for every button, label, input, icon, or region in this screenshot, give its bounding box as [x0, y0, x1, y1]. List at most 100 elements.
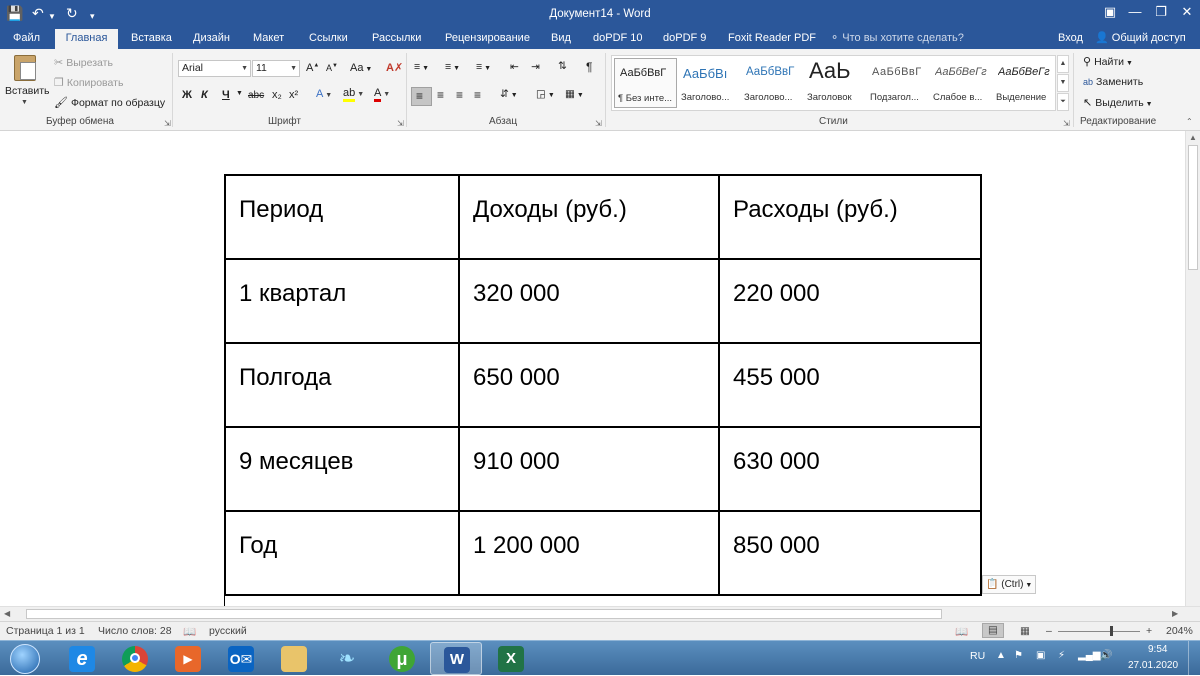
table-cell[interactable]: 850 000 [718, 510, 982, 596]
table-cell[interactable]: Период [224, 174, 460, 260]
decrease-indent-icon[interactable]: ⇤ [510, 61, 519, 73]
paste-dropdown-icon[interactable]: ▼ [21, 99, 28, 106]
replace-button[interactable]: ab Заменить [1083, 76, 1143, 88]
style-heading-1[interactable]: АаБбВı Заголово... [678, 58, 741, 108]
find-button[interactable]: ⚲ Найти ▼ [1083, 55, 1133, 68]
taskbar-explorer[interactable] [268, 642, 320, 675]
share-button[interactable]: 👤 Общий доступ [1095, 29, 1186, 48]
shrink-font-button[interactable]: A▼ [326, 63, 338, 73]
align-right-icon[interactable]: ≡ [456, 88, 463, 102]
style-title[interactable]: АаЬ Заголовок [804, 58, 867, 108]
style-subtle-emphasis[interactable]: АаБбВеГг Слабое в... [930, 58, 993, 108]
clipboard-launcher-icon[interactable]: ⇲ [164, 119, 171, 128]
document-area[interactable]: Период Доходы (руб.) Расходы (руб.) 1 кв… [0, 131, 1185, 606]
table-cell[interactable]: 220 000 [718, 258, 982, 344]
table-cell[interactable]: 910 000 [458, 426, 720, 512]
taskbar-word[interactable]: W [430, 642, 482, 675]
taskbar-chrome[interactable] [109, 642, 161, 675]
underline-button[interactable]: Ч [222, 89, 230, 101]
tab-view[interactable]: Вид [544, 29, 578, 49]
zoom-level[interactable]: 204% [1166, 625, 1193, 637]
table-cell[interactable]: Полгода [224, 342, 460, 428]
align-left-button[interactable]: ≡ [411, 87, 432, 106]
language-indicator[interactable]: русский [209, 625, 247, 637]
font-launcher-icon[interactable]: ⇲ [397, 119, 404, 128]
keyboard-language[interactable]: RU [970, 650, 985, 662]
style-emphasis[interactable]: АаБбВеГг Выделение [993, 58, 1056, 108]
underline-dropdown-icon[interactable]: ▼ [236, 90, 243, 97]
table-cell[interactable]: 650 000 [458, 342, 720, 428]
zoom-in-icon[interactable]: + [1146, 625, 1152, 637]
paragraph-launcher-icon[interactable]: ⇲ [595, 119, 602, 128]
taskbar-media-player[interactable]: ▶ [162, 642, 214, 675]
borders-button[interactable]: ▦ ▼ [565, 88, 584, 100]
increase-indent-icon[interactable]: ⇥ [531, 61, 540, 73]
tab-layout[interactable]: Макет [246, 29, 291, 49]
shading-button[interactable]: ◲ ▼ [536, 88, 555, 100]
paste-label[interactable]: Вставить [5, 85, 50, 97]
flag-icon[interactable]: ⚑ [1014, 650, 1023, 661]
print-layout-icon[interactable]: ▤ [982, 623, 1004, 638]
vertical-scrollbar[interactable]: ▲ [1185, 131, 1200, 606]
font-color-button[interactable]: A ▼ [374, 87, 390, 102]
tab-dopdf9[interactable]: doPDF 9 [656, 29, 713, 49]
sign-in-link[interactable]: Вход [1058, 29, 1083, 48]
taskbar-utorrent[interactable]: μ [376, 642, 428, 675]
read-mode-icon[interactable]: 📖 [955, 625, 968, 638]
bullets-button[interactable]: ≡ ▼ [414, 61, 429, 73]
superscript-button[interactable]: x² [289, 89, 298, 101]
zoom-slider-thumb[interactable] [1110, 626, 1113, 636]
show-desktop-button[interactable] [1188, 641, 1200, 676]
show-formatting-marks-icon[interactable]: ¶ [586, 60, 592, 74]
power-icon[interactable]: ⚡ [1058, 650, 1065, 661]
tab-mailings[interactable]: Рассылки [365, 29, 428, 49]
start-button[interactable] [2, 642, 50, 675]
minimize-icon[interactable]: — [1125, 4, 1145, 19]
format-painter-button[interactable]: 🖌 Формат по образцу [54, 96, 165, 109]
scroll-left-icon[interactable]: ◀ [4, 609, 10, 618]
tell-me-box[interactable]: ⚬ Что вы хотите сделать? [830, 29, 964, 48]
horizontal-scroll-thumb[interactable] [26, 609, 942, 619]
table-cell[interactable]: 9 месяцев [224, 426, 460, 512]
paste-options-button[interactable]: 📋 (Ctrl) ▼ [982, 575, 1037, 594]
close-icon[interactable]: ✕ [1177, 4, 1197, 20]
tab-home[interactable]: Главная [55, 29, 118, 49]
zoom-out-icon[interactable]: – [1046, 625, 1052, 637]
tab-insert[interactable]: Вставка [124, 29, 179, 49]
font-name-combo[interactable]: Arial ▼ [178, 60, 251, 77]
style-heading-2[interactable]: АаБбВвГ Заголово... [741, 58, 804, 108]
volume-icon[interactable]: 🔊 [1100, 650, 1112, 661]
web-layout-icon[interactable]: ▦ [1020, 625, 1030, 637]
select-button[interactable]: ↖ Выделить ▼ [1083, 96, 1153, 109]
table-cell[interactable]: 630 000 [718, 426, 982, 512]
style-no-spacing[interactable]: АаБбВвГ ¶ Без инте... [614, 58, 677, 108]
text-effects-icon[interactable]: A ▼ [316, 88, 332, 100]
collapse-ribbon-icon[interactable]: ⌃ [1186, 117, 1193, 126]
style-subtitle[interactable]: АаБбВвГ Подзагол... [867, 58, 930, 108]
subscript-button[interactable]: x₂ [272, 89, 282, 101]
vertical-scroll-thumb[interactable] [1188, 145, 1198, 270]
tab-references[interactable]: Ссылки [302, 29, 355, 49]
sort-icon[interactable]: ⇅ [558, 60, 567, 72]
table-cell[interactable]: Доходы (руб.) [458, 174, 720, 260]
clock-date[interactable]: 27.01.2020 [1128, 660, 1178, 671]
styles-more-icon[interactable]: ⏷ [1057, 93, 1069, 111]
table-cell[interactable]: 1 200 000 [458, 510, 720, 596]
signal-icon[interactable]: ▂▄▆ [1078, 650, 1100, 661]
clock-time[interactable]: 9:54 [1148, 644, 1167, 655]
align-center-icon[interactable]: ≡ [437, 88, 444, 102]
tab-dopdf10[interactable]: doPDF 10 [586, 29, 650, 49]
numbering-button[interactable]: ≡ ▼ [445, 61, 460, 73]
table-cell[interactable]: Год [224, 510, 460, 596]
show-hidden-icons-icon[interactable]: ▲ [996, 650, 1006, 661]
bold-button[interactable]: Ж [182, 89, 192, 101]
ribbon-display-options-icon[interactable]: ▣ [1100, 4, 1120, 20]
taskbar-bird-app[interactable]: ❧ [321, 642, 373, 675]
restore-icon[interactable]: ❐ [1151, 4, 1171, 20]
clear-formatting-icon[interactable]: A✗ [386, 61, 403, 74]
italic-button[interactable]: К [201, 89, 208, 101]
grow-font-button[interactable]: A▲ [306, 62, 319, 74]
styles-scroll-up-icon[interactable]: ▲ [1057, 55, 1069, 73]
multilevel-list-button[interactable]: ≡ ▼ [476, 61, 491, 73]
highlight-button[interactable]: ab ▼ [343, 87, 364, 102]
